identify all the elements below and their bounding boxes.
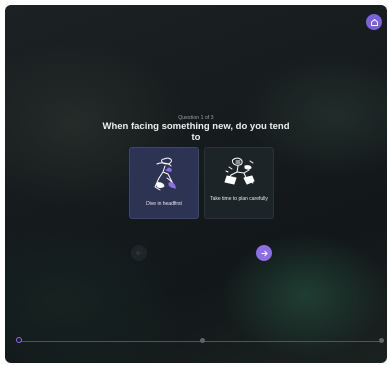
quiz-screen: Question 1 of 3 When facing something ne…	[5, 5, 387, 363]
next-button[interactable]	[256, 245, 272, 261]
arrow-right-icon	[260, 250, 268, 256]
previous-button[interactable]	[131, 245, 147, 261]
progress-step-3[interactable]	[379, 338, 384, 343]
person-diving-illustration	[154, 157, 176, 191]
home-button[interactable]	[366, 14, 382, 30]
option-dive-in-headfirst[interactable]: Dive in headfirst	[129, 147, 199, 219]
question-title: When facing something new, do you tend t…	[102, 121, 290, 143]
home-icon	[370, 18, 378, 26]
progress-step-2[interactable]	[200, 338, 205, 343]
person-planning-illustration	[224, 157, 255, 185]
arrow-left-icon	[136, 250, 142, 256]
option-plan-carefully[interactable]: Take time to plan carefully	[204, 147, 274, 219]
option-label: Dive in headfirst	[146, 201, 182, 207]
option-label: Take time to plan carefully	[210, 196, 268, 202]
progress-step-1[interactable]	[16, 337, 22, 343]
